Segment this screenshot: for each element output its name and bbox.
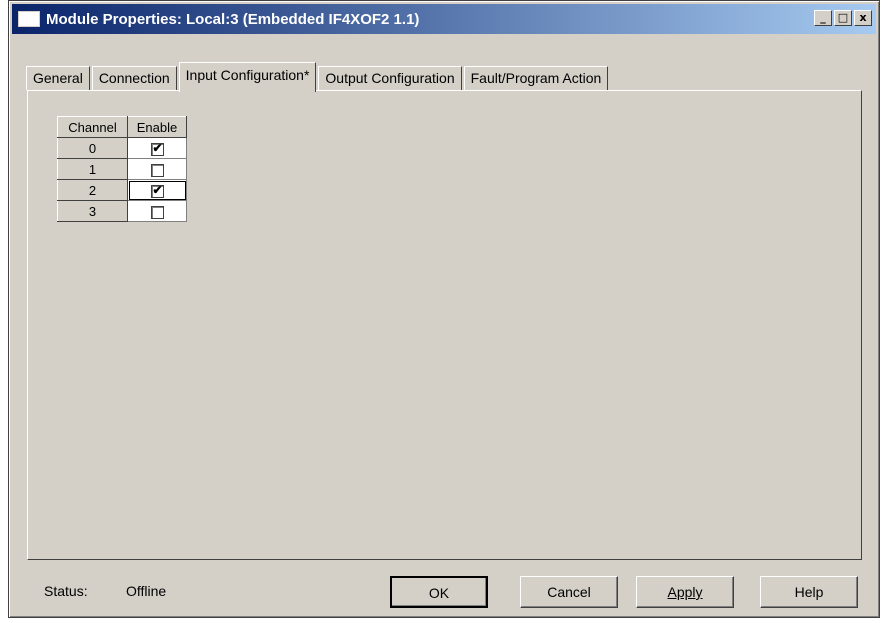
- enable-checkbox-2[interactable]: ✔: [150, 182, 164, 198]
- window-title: Module Properties: Local:3 (Embedded IF4…: [46, 10, 420, 28]
- enable-checkbox-0[interactable]: ✔: [150, 140, 164, 156]
- tab-fault-program-action[interactable]: Fault/Program Action: [463, 66, 609, 90]
- cancel-button[interactable]: Cancel: [520, 576, 618, 608]
- maximize-button[interactable]: □: [834, 10, 852, 26]
- channel-cell[interactable]: 0: [57, 137, 128, 159]
- channel-column-header[interactable]: Channel: [57, 116, 128, 138]
- apply-button[interactable]: Apply: [636, 576, 734, 608]
- ok-button[interactable]: OK: [390, 576, 488, 608]
- window-icon: [18, 11, 40, 27]
- enable-checkbox-1[interactable]: [150, 163, 164, 177]
- enable-column-header[interactable]: Enable: [127, 116, 187, 138]
- minimize-button[interactable]: _: [814, 10, 832, 26]
- checkmark-icon: ✔: [152, 140, 163, 155]
- help-button[interactable]: Help: [760, 576, 858, 608]
- enable-cell: [127, 200, 187, 222]
- status-label: Status:: [44, 583, 88, 599]
- enable-checkbox-3[interactable]: [150, 205, 164, 219]
- channel-cell[interactable]: 2: [57, 179, 128, 201]
- table-row: 1: [57, 158, 187, 180]
- tab-input-configuration[interactable]: Input Configuration*: [178, 62, 317, 92]
- tab-output-configuration[interactable]: Output Configuration: [318, 66, 462, 90]
- checkmark-icon: ✔: [152, 182, 163, 197]
- table-row: 3: [57, 200, 187, 222]
- channel-cell[interactable]: 3: [57, 200, 128, 222]
- channel-enable-grid: Channel Enable 0 ✔ 1 2 ✔ 3: [57, 116, 187, 222]
- enable-cell: [127, 158, 187, 180]
- enable-cell: ✔: [127, 137, 187, 159]
- input-configuration-panel: Channel Enable 0 ✔ 1 2 ✔ 3: [27, 90, 862, 560]
- tab-strip: General Connection Input Configuration* …: [26, 62, 610, 92]
- table-row: 0 ✔: [57, 137, 187, 159]
- title-bar[interactable]: Module Properties: Local:3 (Embedded IF4…: [12, 4, 876, 34]
- tab-connection[interactable]: Connection: [91, 66, 177, 90]
- tab-general[interactable]: General: [26, 66, 90, 90]
- table-row: 2 ✔: [57, 179, 187, 201]
- channel-cell[interactable]: 1: [57, 158, 128, 180]
- close-button[interactable]: x: [854, 10, 872, 26]
- enable-cell: ✔: [127, 179, 187, 201]
- status-value: Offline: [126, 583, 167, 599]
